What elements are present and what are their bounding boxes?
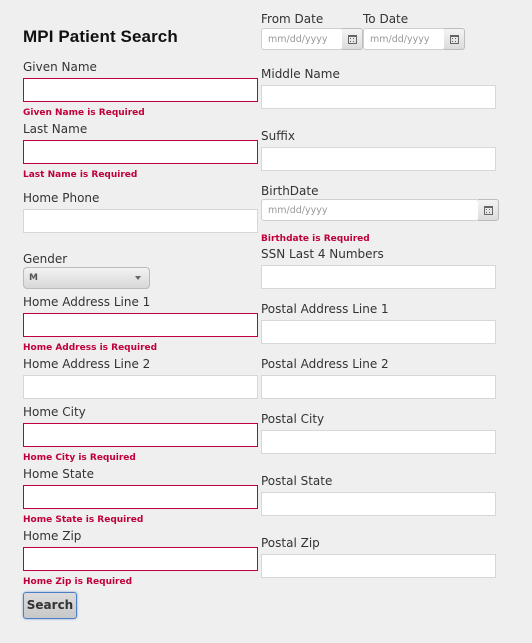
home-zip-label: Home Zip bbox=[23, 529, 82, 543]
page-title: MPI Patient Search bbox=[23, 27, 178, 46]
given-name-label: Given Name bbox=[23, 60, 97, 74]
home-address-1-label: Home Address Line 1 bbox=[23, 295, 151, 309]
from-date-calendar-button[interactable] bbox=[342, 28, 363, 50]
home-address-1-error: Home Address is Required bbox=[23, 343, 158, 353]
middle-name-input[interactable] bbox=[261, 85, 496, 109]
to-date-input[interactable]: mm/dd/yyyy bbox=[363, 28, 445, 50]
ssn-last4-input[interactable] bbox=[261, 265, 496, 289]
postal-address-2-label: Postal Address Line 2 bbox=[261, 357, 389, 371]
home-address-2-label: Home Address Line 2 bbox=[23, 357, 151, 371]
gender-select[interactable]: M bbox=[23, 267, 150, 289]
search-button[interactable]: Search bbox=[23, 592, 77, 619]
home-state-label: Home State bbox=[23, 467, 95, 481]
suffix-label: Suffix bbox=[261, 129, 295, 143]
calendar-icon bbox=[484, 206, 493, 215]
home-state-input[interactable] bbox=[23, 485, 258, 509]
home-city-label: Home City bbox=[23, 405, 86, 419]
calendar-icon bbox=[348, 35, 357, 44]
home-phone-label: Home Phone bbox=[23, 191, 100, 205]
birthdate-label: BirthDate bbox=[261, 184, 319, 198]
home-address-1-input[interactable] bbox=[23, 313, 258, 337]
home-city-error: Home City is Required bbox=[23, 453, 136, 463]
postal-zip-label: Postal Zip bbox=[261, 536, 320, 550]
postal-city-label: Postal City bbox=[261, 412, 325, 426]
home-phone-input[interactable] bbox=[23, 209, 258, 233]
home-address-2-input[interactable] bbox=[23, 375, 258, 399]
last-name-input[interactable] bbox=[23, 140, 258, 164]
postal-state-label: Postal State bbox=[261, 474, 333, 488]
postal-address-1-label: Postal Address Line 1 bbox=[261, 302, 389, 316]
last-name-label: Last Name bbox=[23, 122, 88, 136]
gender-selected-value: M bbox=[29, 273, 38, 283]
home-city-input[interactable] bbox=[23, 423, 258, 447]
postal-address-2-input[interactable] bbox=[261, 375, 496, 399]
given-name-input[interactable] bbox=[23, 78, 258, 102]
home-zip-error: Home Zip is Required bbox=[23, 577, 133, 587]
postal-state-input[interactable] bbox=[261, 492, 496, 516]
middle-name-label: Middle Name bbox=[261, 67, 340, 81]
gender-label: Gender bbox=[23, 252, 68, 266]
postal-address-1-input[interactable] bbox=[261, 320, 496, 344]
given-name-error: Given Name is Required bbox=[23, 108, 145, 118]
chevron-down-icon bbox=[135, 276, 141, 280]
birthdate-error: Birthdate is Required bbox=[261, 234, 370, 244]
birthdate-input[interactable]: mm/dd/yyyy bbox=[261, 199, 479, 221]
from-date-label: From Date bbox=[261, 12, 324, 26]
postal-city-input[interactable] bbox=[261, 430, 496, 454]
calendar-icon bbox=[450, 35, 459, 44]
suffix-input[interactable] bbox=[261, 147, 496, 171]
home-zip-input[interactable] bbox=[23, 547, 258, 571]
postal-zip-input[interactable] bbox=[261, 554, 496, 578]
ssn-last4-label: SSN Last 4 Numbers bbox=[261, 247, 384, 261]
to-date-calendar-button[interactable] bbox=[444, 28, 465, 50]
to-date-label: To Date bbox=[363, 12, 409, 26]
birthdate-calendar-button[interactable] bbox=[478, 199, 499, 221]
last-name-error: Last Name is Required bbox=[23, 170, 138, 180]
from-date-input[interactable]: mm/dd/yyyy bbox=[261, 28, 343, 50]
home-state-error: Home State is Required bbox=[23, 515, 144, 525]
